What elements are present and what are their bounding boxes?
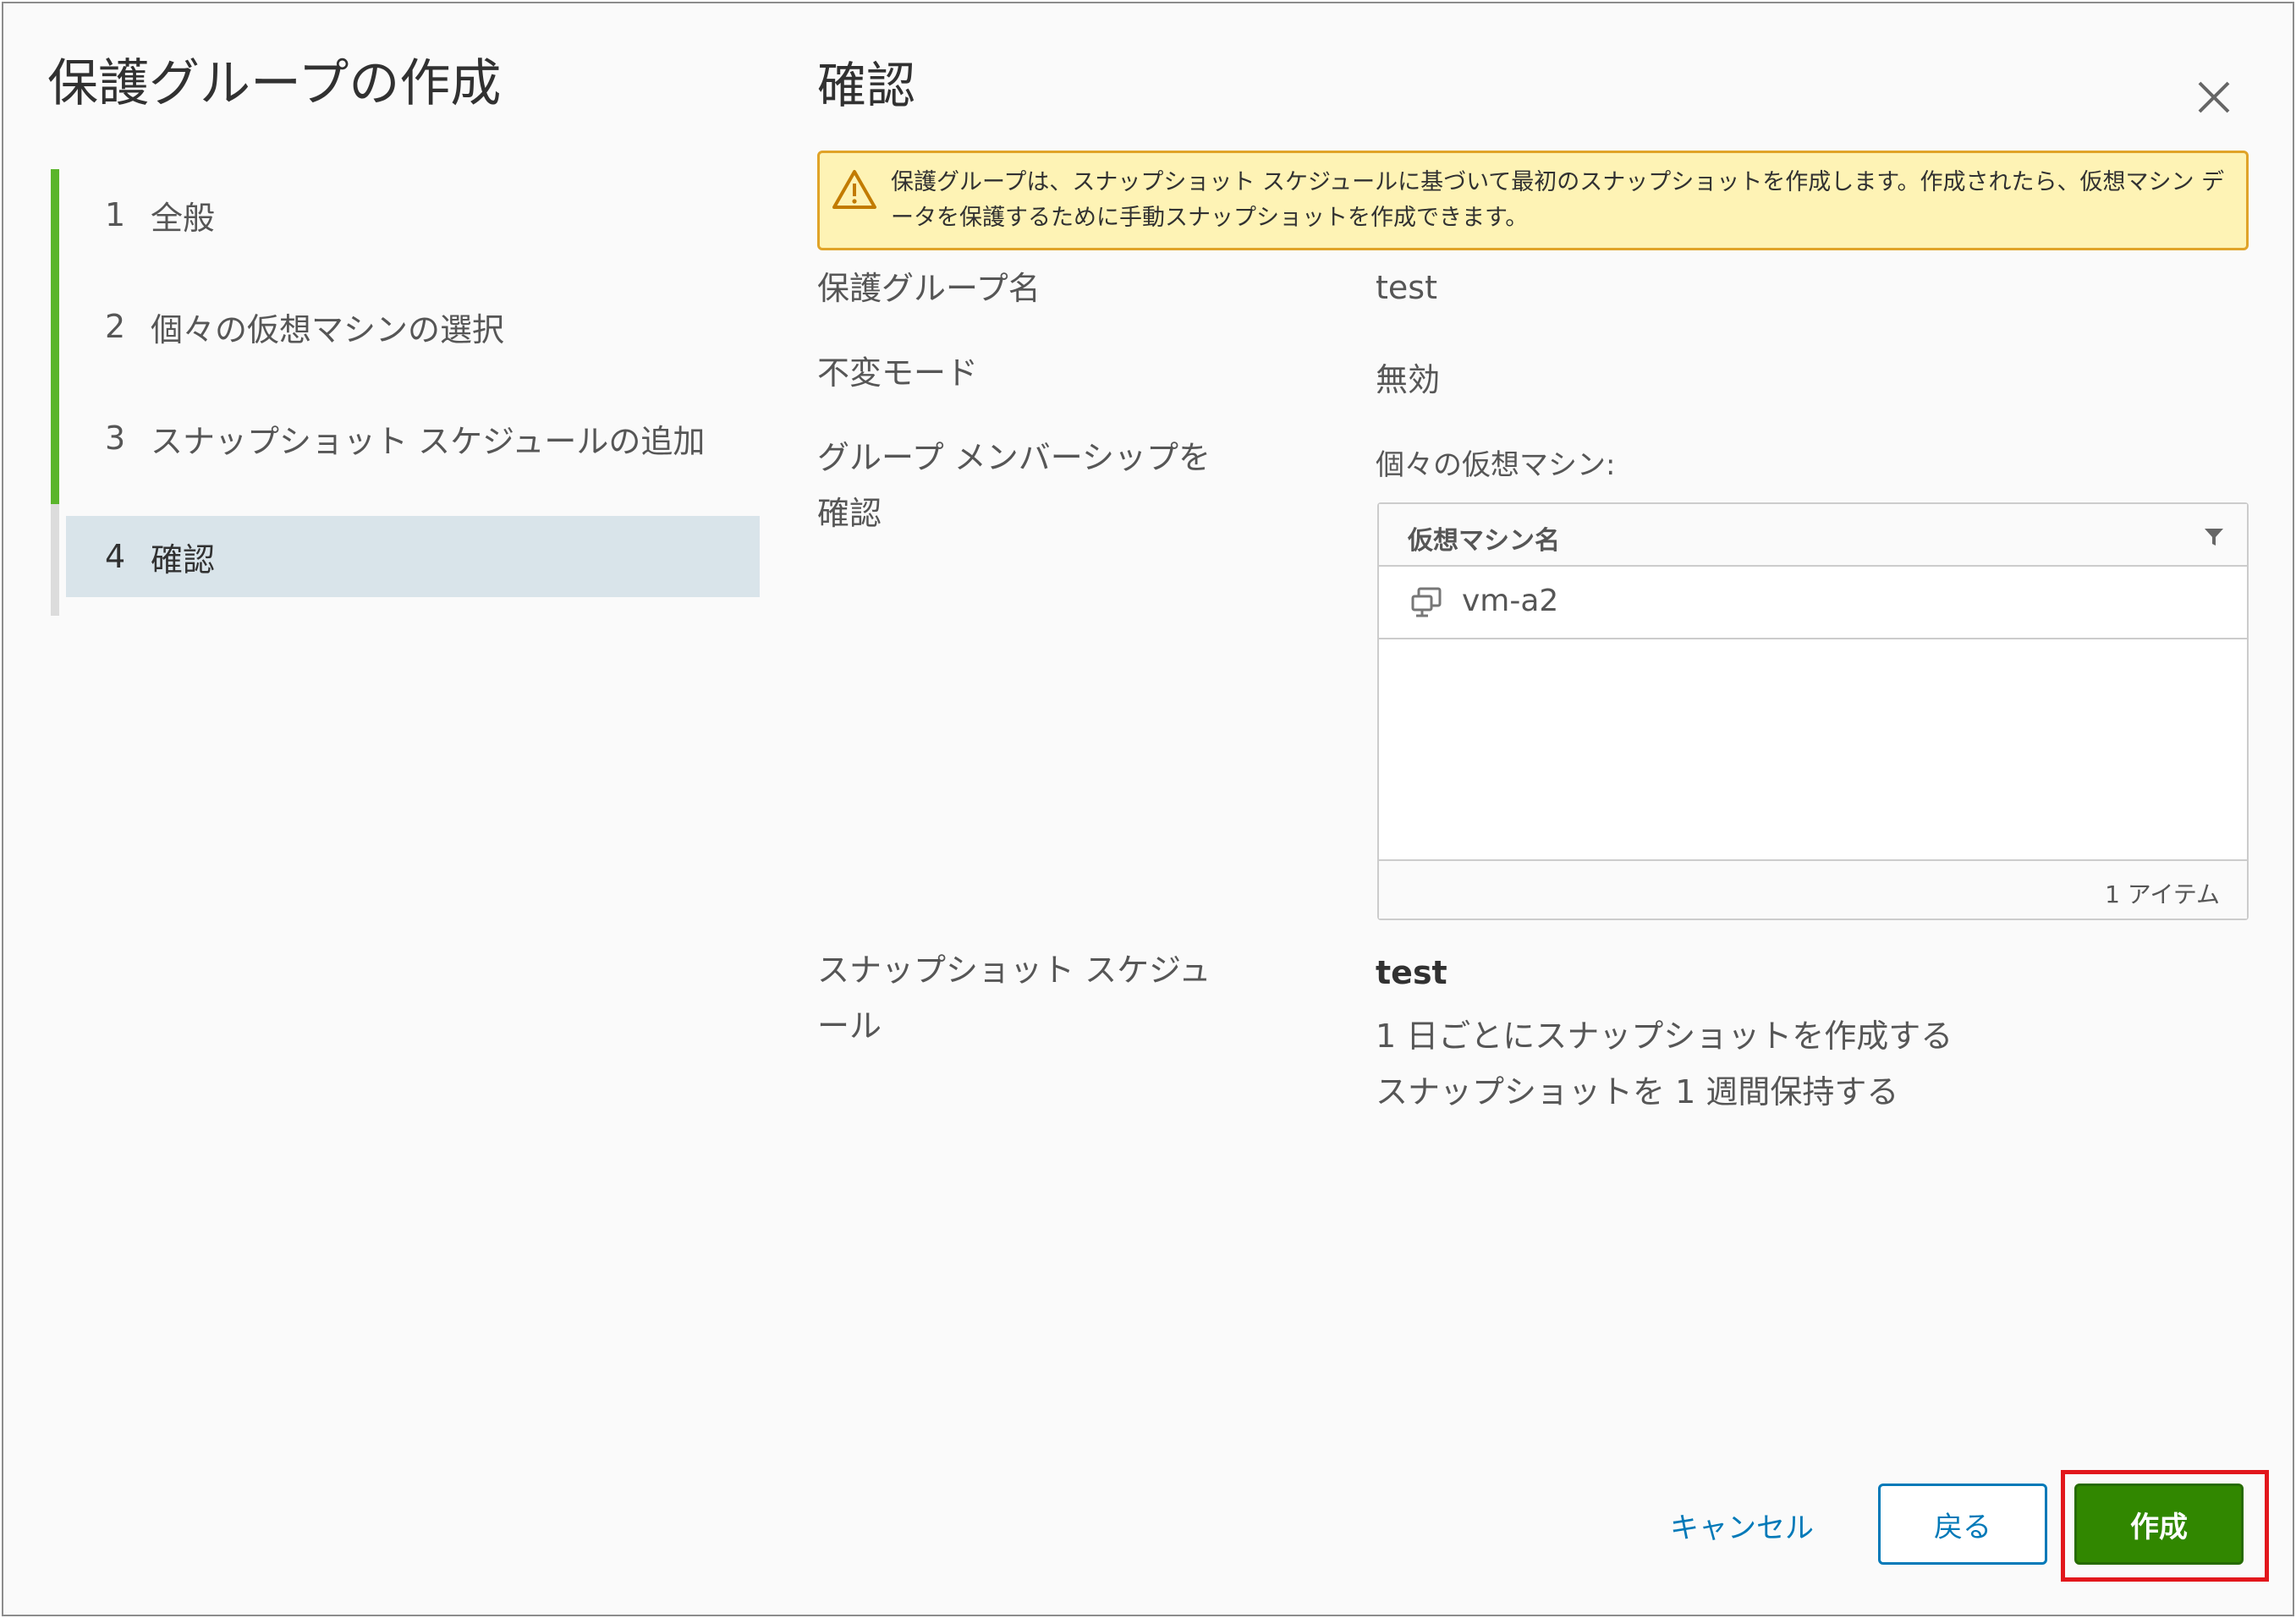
warning-alert: 保護グループは、スナップショット スケジュールに基づいて最初のスナップショットを… [817, 151, 2249, 250]
individual-vms-label: 個々の仮想マシン: [1376, 448, 1616, 482]
virtual-machine-icon [1411, 587, 1442, 617]
schedule-name: test [1376, 954, 1447, 991]
filter-icon[interactable] [2203, 526, 2225, 548]
step-label: スナップショット スケジュールの追加 [151, 422, 706, 460]
step-number: 3 [105, 420, 126, 457]
immutable-mode-value: 無効 [1376, 361, 1441, 398]
item-count: 1 アイテム [2105, 880, 2220, 908]
warning-icon [832, 170, 876, 209]
table-row[interactable]: vm-a2 [1379, 567, 2247, 639]
wizard-step-select-vms[interactable]: 2 個々の仮想マシンの選択 [66, 286, 760, 367]
step-number: 4 [105, 538, 126, 575]
immutable-mode-label: 不変モード [817, 354, 979, 392]
create-button[interactable]: 作成 [2074, 1484, 2244, 1565]
wizard-step-add-schedule[interactable]: 3 スナップショット スケジュールの追加 [66, 398, 760, 479]
page-title: 確認 [817, 57, 916, 114]
column-header-vm-name[interactable]: 仮想マシン名 [1408, 519, 1560, 557]
schedule-frequency: 1 日ごとにスナップショットを作成する [1376, 1017, 1953, 1055]
close-icon[interactable] [2193, 76, 2235, 118]
step-label: 個々の仮想マシンの選択 [151, 310, 505, 348]
warning-text: 保護グループは、スナップショット スケジュールに基づいて最初のスナップショットを… [891, 169, 2225, 231]
step-label: 確認 [151, 540, 216, 579]
schedule-retention: スナップショットを 1 週間保持する [1376, 1073, 1899, 1111]
wizard-title: 保護グループの作成 [47, 54, 502, 113]
group-membership-label: グループ メンバーシップを確認 [817, 439, 1211, 532]
step-label: 全般 [151, 199, 216, 237]
snapshot-schedule-label: スナップショット スケジュール [817, 952, 1211, 1045]
vm-datagrid: 仮想マシン名 vm-a2 1 アイテム [1377, 502, 2249, 920]
step-number: 1 [105, 196, 126, 233]
cancel-button[interactable]: キャンセル [1645, 1495, 1839, 1555]
group-name-label: 保護グループ名 [817, 270, 1041, 307]
create-protection-group-dialog: 保護グループの作成 1 全般 2 個々の仮想マシンの選択 3 スナップショット … [2, 2, 2294, 1616]
step-number: 2 [105, 308, 126, 345]
datagrid-header: 仮想マシン名 [1379, 504, 2247, 567]
steps-progress-completed [51, 169, 59, 504]
back-button[interactable]: 戻る [1878, 1484, 2047, 1565]
wizard-step-general[interactable]: 1 全般 [66, 174, 760, 255]
vm-name-cell: vm-a2 [1462, 584, 1559, 618]
group-name-value: test [1376, 269, 1437, 306]
datagrid-footer: 1 アイテム [1379, 859, 2247, 919]
wizard-step-review[interactable]: 4 確認 [66, 516, 760, 597]
